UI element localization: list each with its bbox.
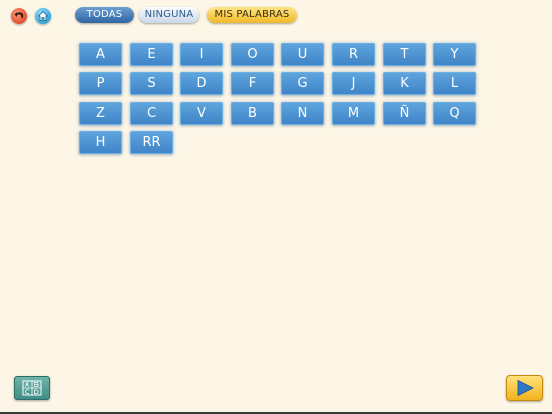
letter-button[interactable]: R [332, 43, 375, 66]
letter-button[interactable]: Z [79, 102, 122, 125]
letter-button[interactable]: Q [433, 102, 476, 125]
letter-button[interactable]: C [130, 102, 173, 125]
letter-button[interactable]: Ñ [383, 102, 426, 125]
letter-button[interactable]: E [130, 43, 173, 66]
letter-button[interactable]: B [231, 102, 274, 125]
todas-button[interactable]: TODAS [75, 7, 134, 23]
back-arrow-icon [14, 12, 24, 18]
letter-button[interactable]: U [281, 43, 324, 66]
letter-button[interactable]: F [231, 72, 274, 95]
letter-button[interactable]: M [332, 102, 375, 125]
letter-button[interactable]: A [79, 43, 122, 66]
letter-button[interactable]: D [180, 72, 223, 95]
home-button[interactable] [35, 8, 51, 24]
letter-button[interactable]: P [79, 72, 122, 95]
play-icon [517, 379, 534, 397]
back-button[interactable] [11, 8, 27, 24]
letter-button[interactable]: T [383, 43, 426, 66]
letter-button[interactable]: N [281, 102, 324, 125]
letter-button[interactable]: I [180, 43, 223, 66]
alphabet-grid-icon [22, 380, 42, 396]
letter-button[interactable]: RR [130, 131, 173, 154]
alphabet-grid-button[interactable] [14, 376, 50, 400]
letter-button[interactable]: V [180, 102, 223, 125]
letter-button[interactable]: O [231, 43, 274, 66]
letter-button[interactable]: K [383, 72, 426, 95]
home-icon [37, 10, 49, 21]
play-button[interactable] [506, 375, 543, 401]
letter-button[interactable]: S [130, 72, 173, 95]
mis-palabras-button[interactable]: MIS PALABRAS [207, 7, 297, 23]
letter-button[interactable]: Y [433, 43, 476, 66]
letter-button[interactable]: G [281, 72, 324, 95]
letter-button[interactable]: L [433, 72, 476, 95]
ninguna-button[interactable]: NINGUNA [139, 7, 199, 23]
letter-button[interactable]: H [79, 131, 122, 154]
letter-button[interactable]: J [332, 72, 375, 95]
